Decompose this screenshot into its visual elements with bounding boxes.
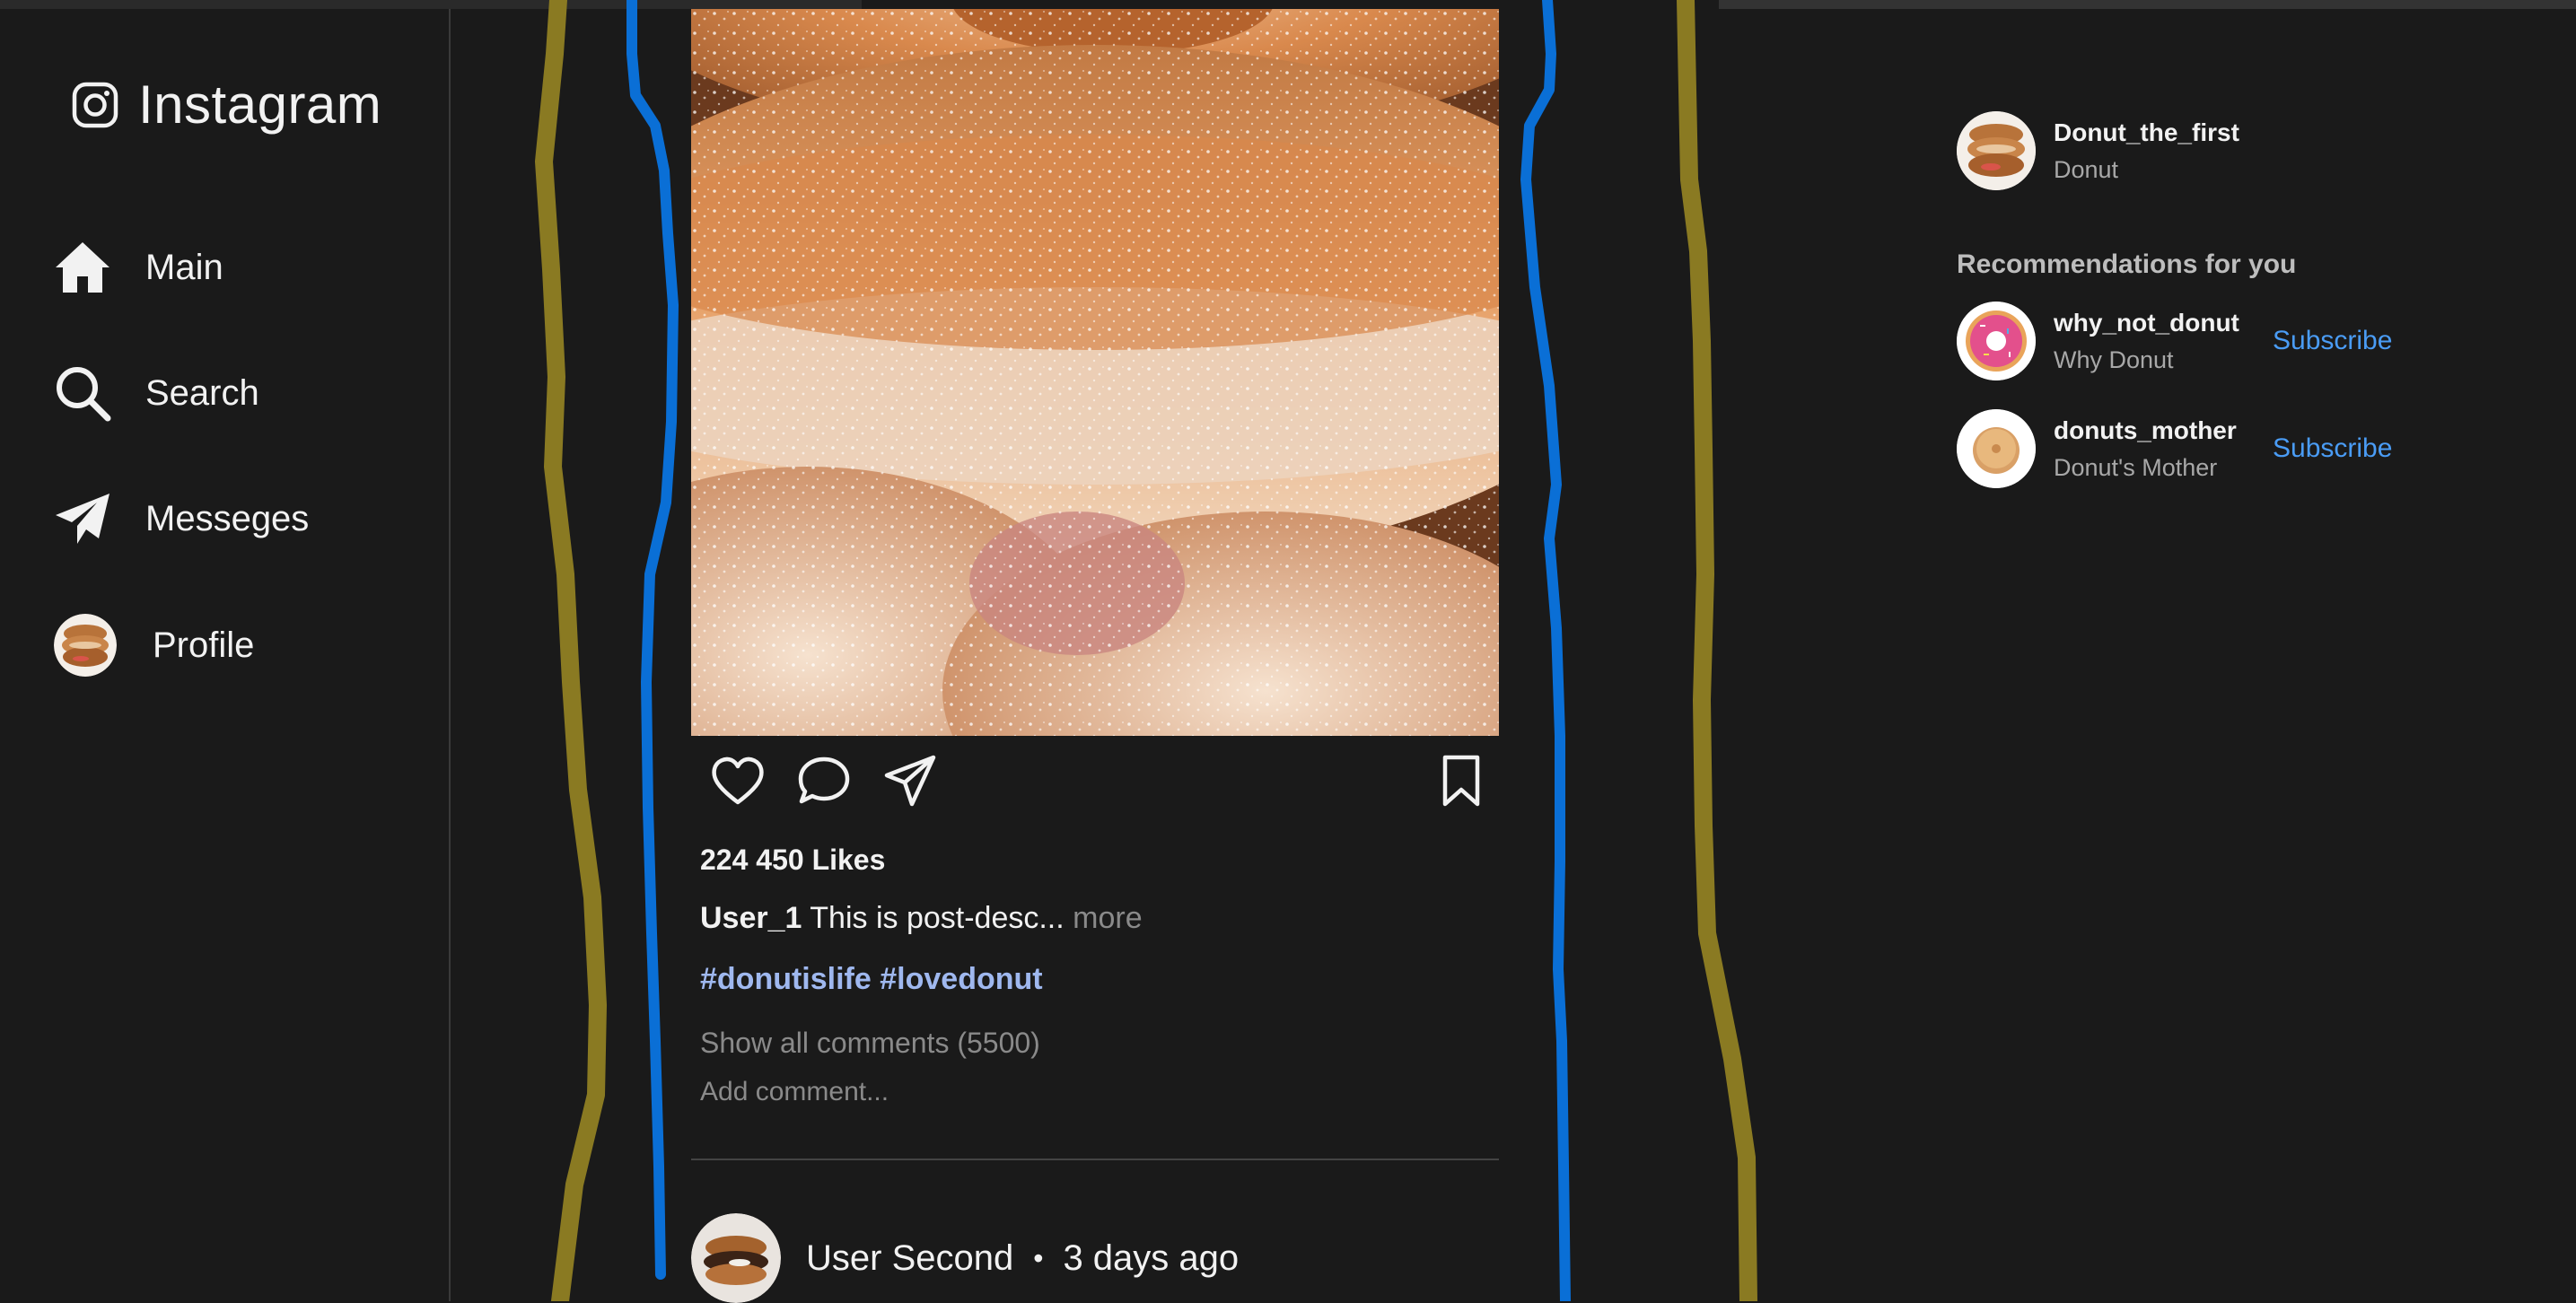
home-icon — [54, 239, 111, 296]
next-post-time: 3 days ago — [1063, 1237, 1240, 1278]
avatar[interactable] — [1957, 302, 2036, 380]
show-comments-link[interactable]: Show all comments (5500) — [700, 1027, 1040, 1060]
top-bar-right — [1719, 0, 2576, 9]
rec-display-name: Why Donut — [2054, 345, 2174, 373]
share-icon[interactable] — [881, 752, 939, 809]
post-actions — [709, 752, 1490, 809]
subscribe-button[interactable]: Subscribe — [2273, 326, 2392, 356]
blue-stroke-right — [1520, 0, 1571, 1301]
avatar — [54, 614, 117, 677]
sidebar: Instagram Main Search Messeges Profile — [0, 0, 449, 1301]
rec-username[interactable]: donuts_mother — [2054, 416, 2273, 445]
post-divider — [691, 1159, 1499, 1160]
post-caption: User_1 This is post-desc... more — [700, 901, 1143, 936]
recommendation-item: donuts_mother Donut's Mother Subscribe — [1957, 409, 2405, 488]
nav-item-profile[interactable]: Profile — [54, 614, 254, 677]
current-user-card: Donut_the_first Donut — [1957, 111, 2239, 190]
current-username[interactable]: Donut_the_first — [2054, 118, 2239, 147]
avatar[interactable] — [1957, 111, 2036, 190]
current-display-name: Donut — [2054, 155, 2119, 183]
separator-dot: • — [1033, 1241, 1044, 1274]
add-comment-input[interactable] — [700, 1077, 1472, 1107]
rec-username[interactable]: why_not_donut — [2054, 309, 2273, 337]
olive-stroke-left — [535, 0, 607, 1301]
comment-icon[interactable] — [795, 752, 853, 809]
nav-item-search[interactable]: Search — [54, 364, 259, 422]
blue-stroke-left — [626, 0, 679, 1280]
hashtag-link[interactable]: #lovedonut — [880, 962, 1042, 996]
olive-stroke-right — [1677, 0, 1757, 1301]
recommendations-title: Recommendations for you — [1957, 249, 2297, 279]
caption-author[interactable]: User_1 — [700, 901, 802, 935]
caption-text: This is post-desc... — [810, 901, 1065, 935]
sidebar-divider — [449, 9, 451, 1301]
hashtag-link[interactable]: #donutislife — [700, 962, 872, 996]
post-image[interactable] — [691, 9, 1499, 736]
bookmark-icon[interactable] — [1433, 752, 1490, 809]
avatar[interactable] — [1957, 409, 2036, 488]
likes-count: 224 450 Likes — [700, 844, 886, 876]
hashtags: #donutislife #lovedonut — [700, 962, 1043, 997]
logo[interactable]: Instagram — [72, 74, 381, 136]
more-link[interactable]: more — [1073, 901, 1142, 935]
search-icon — [54, 364, 111, 422]
subscribe-button[interactable]: Subscribe — [2273, 433, 2392, 464]
nav-label-search: Search — [145, 372, 259, 413]
next-post-header: User Second • 3 days ago — [691, 1213, 1239, 1303]
next-post-username[interactable]: User Second — [806, 1238, 1013, 1279]
app-name: Instagram — [138, 74, 382, 135]
nav-label-main: Main — [145, 247, 223, 287]
rec-display-name: Donut's Mother — [2054, 453, 2218, 481]
send-icon — [54, 490, 111, 547]
recommendation-item: why_not_donut Why Donut Subscribe — [1957, 302, 2405, 380]
instagram-icon — [72, 82, 118, 127]
nav-label-profile: Profile — [153, 625, 255, 665]
nav-item-messages[interactable]: Messeges — [54, 490, 309, 547]
nav-label-messages: Messeges — [145, 498, 310, 538]
nav-item-main[interactable]: Main — [54, 239, 223, 296]
like-icon[interactable] — [709, 752, 767, 809]
avatar[interactable] — [691, 1213, 781, 1303]
